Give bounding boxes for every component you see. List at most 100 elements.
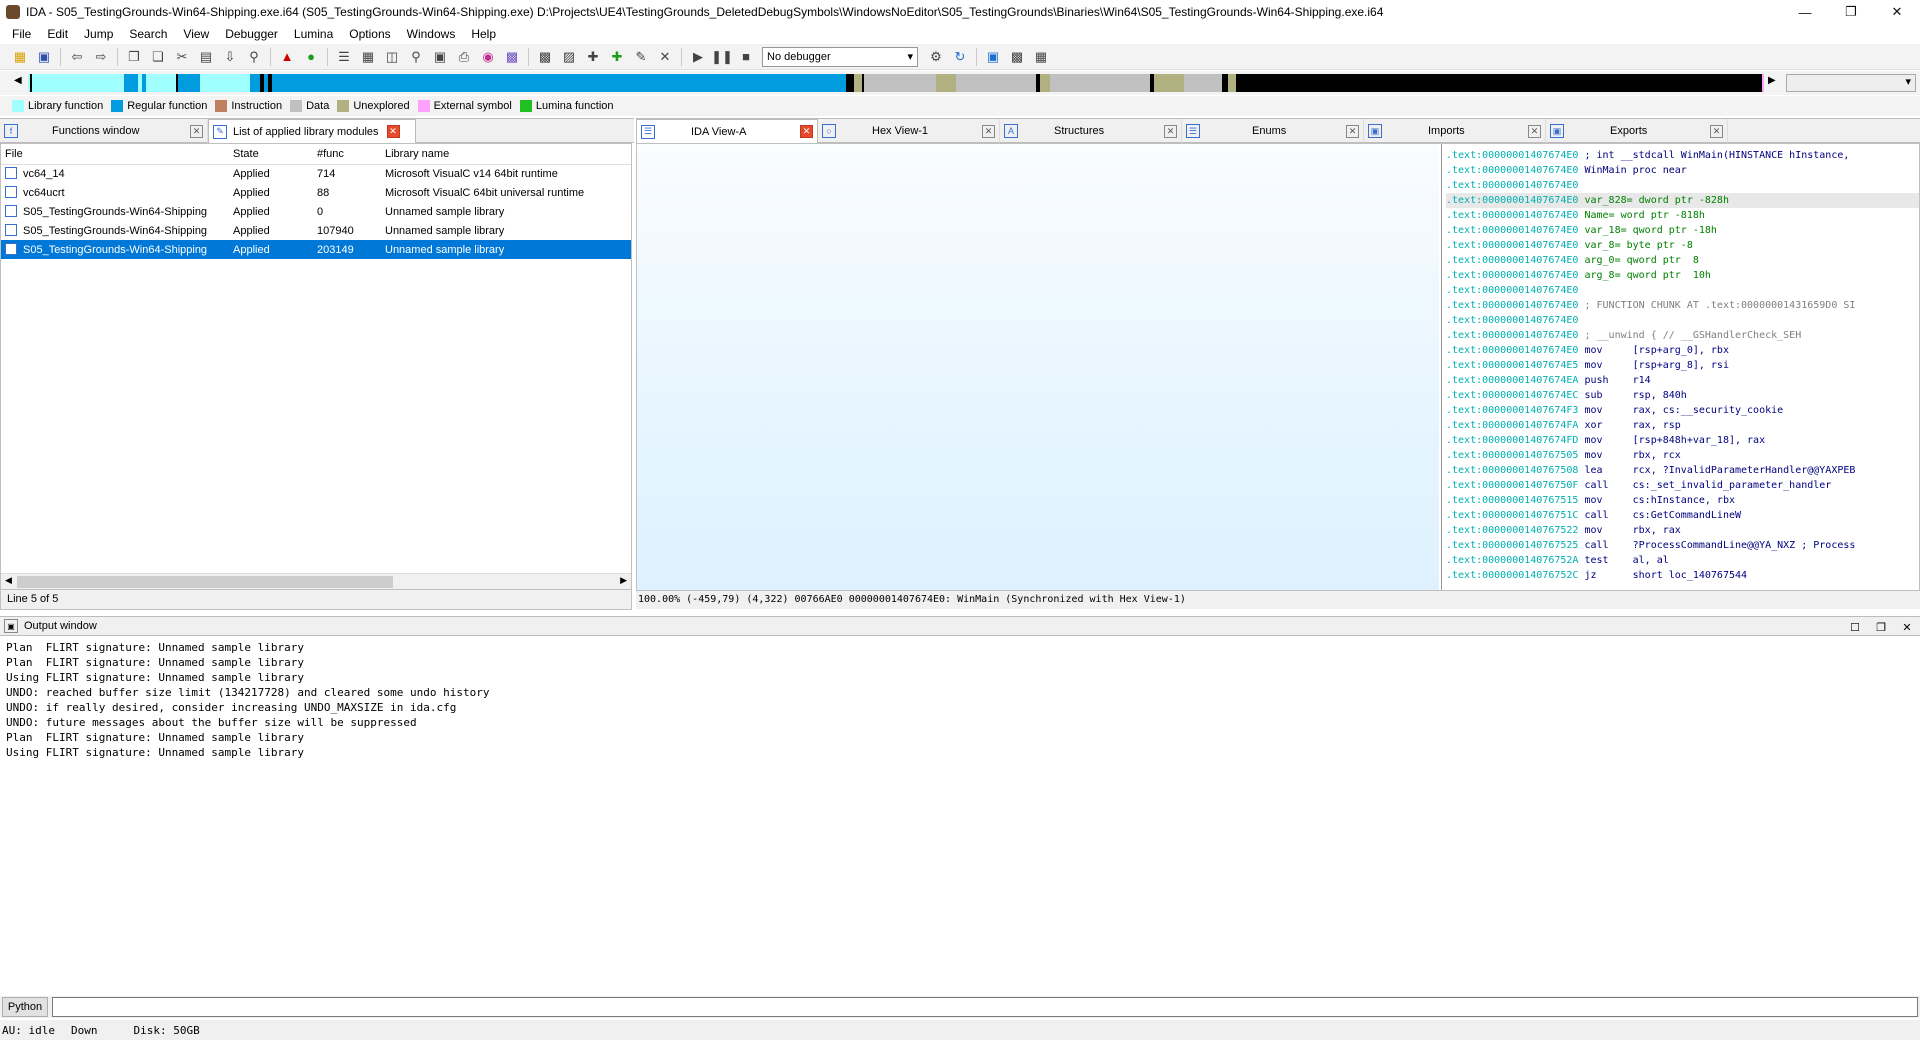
disassembly-line[interactable]: .text:00000001407674E0 Name= word ptr -8… xyxy=(1446,208,1919,223)
text-search-icon[interactable]: ▲ xyxy=(277,47,297,67)
disassembly-line[interactable]: .text:0000000140767525 call ?ProcessComm… xyxy=(1446,538,1919,553)
menu-edit[interactable]: Edit xyxy=(39,27,76,41)
bpt-add-icon[interactable]: ▩ xyxy=(1007,47,1027,67)
nav-right-arrow-icon[interactable]: ▶ xyxy=(1768,75,1776,86)
disassembly-line[interactable]: .text:00000001407674E0 ; __unwind { // _… xyxy=(1446,328,1919,343)
disassembly-line[interactable]: .text:00000001407674E0 xyxy=(1446,178,1919,193)
disassembly-line[interactable]: .text:00000001407674E5 mov [rsp+arg_8], … xyxy=(1446,358,1919,373)
disassembly-line[interactable]: .text:00000001407674E0 ; FUNCTION CHUNK … xyxy=(1446,298,1919,313)
maximize-button[interactable]: ❐ xyxy=(1828,0,1874,24)
palette-icon[interactable]: ▩ xyxy=(502,47,522,67)
disassembly-line[interactable]: .text:00000001407674E0 xyxy=(1446,283,1919,298)
disassembly-line[interactable]: .text:000000014076750F call cs:_set_inva… xyxy=(1446,478,1919,493)
copy-icon[interactable]: ❐ xyxy=(124,47,144,67)
zoom-icon[interactable]: ⚲ xyxy=(406,47,426,67)
nav-left-arrow-icon[interactable]: ◀ xyxy=(14,75,22,86)
menu-jump[interactable]: Jump xyxy=(76,27,121,41)
table-row[interactable]: S05_TestingGrounds-Win64-Shipping Applie… xyxy=(1,202,631,221)
proximity-icon[interactable]: ◫ xyxy=(382,47,402,67)
close-icon[interactable]: ✕ xyxy=(1528,124,1541,138)
menu-view[interactable]: View xyxy=(175,27,217,41)
disassembly-line[interactable]: .text:00000001407674FD mov [rsp+848h+var… xyxy=(1446,433,1919,448)
struct-green-icon[interactable]: ✚ xyxy=(607,47,627,67)
tab-functions-window[interactable]: f Functions window ✕ xyxy=(0,119,208,143)
tab-applied-library-modules[interactable]: ✎ List of applied library modules ✕ xyxy=(208,119,416,143)
table-row[interactable]: S05_TestingGrounds-Win64-Shipping Applie… xyxy=(1,221,631,240)
tab-ida-view-a[interactable]: ☰ IDA View-A ✕ xyxy=(636,119,818,143)
close-icon[interactable]: ✕ xyxy=(1164,124,1177,138)
graph-icon[interactable]: ▦ xyxy=(358,47,378,67)
output-window[interactable]: Plan FLIRT signature: Unnamed sample lib… xyxy=(0,638,1920,994)
horizontal-scrollbar[interactable]: ◀ ▶ xyxy=(1,573,631,589)
stop-debug-icon[interactable]: ■ xyxy=(736,47,756,67)
disassembly-line[interactable]: .text:00000001407674E0 var_8= byte ptr -… xyxy=(1446,238,1919,253)
breakpoint-icon[interactable]: ▣ xyxy=(983,47,1003,67)
menu-debugger[interactable]: Debugger xyxy=(217,27,286,41)
disassembly-line[interactable]: .text:00000001407674FA xor rax, rsp xyxy=(1446,418,1919,433)
start-debug-icon[interactable]: ▶ xyxy=(688,47,708,67)
cut-icon[interactable]: ✂ xyxy=(172,47,192,67)
column-header-library-name[interactable]: Library name xyxy=(381,144,631,165)
tab-imports[interactable]: ▣ Imports ✕ xyxy=(1364,119,1546,143)
struct-add-icon[interactable]: ▨ xyxy=(559,47,579,67)
save-icon[interactable]: ▣ xyxy=(34,47,54,67)
disassembly-line[interactable]: .text:00000001407674E0 mov [rsp+arg_0], … xyxy=(1446,343,1919,358)
struct-edit-icon[interactable]: ✎ xyxy=(631,47,651,67)
colors-icon[interactable]: ◉ xyxy=(478,47,498,67)
column-header-state[interactable]: State xyxy=(229,144,313,165)
scroll-left-icon[interactable]: ◀ xyxy=(5,575,12,586)
python-language-button[interactable]: Python xyxy=(2,997,48,1017)
disassembly-line[interactable]: .text:000000014076751C call cs:GetComman… xyxy=(1446,508,1919,523)
output-float-icon[interactable]: ❐ xyxy=(1868,617,1894,637)
pause-debug-icon[interactable]: ❚❚ xyxy=(711,47,733,67)
debugger-select[interactable]: No debugger ▾ xyxy=(762,46,918,67)
scroll-right-icon[interactable]: ▶ xyxy=(620,575,627,586)
menu-windows[interactable]: Windows xyxy=(399,27,464,41)
back-icon[interactable]: ⇦ xyxy=(67,47,87,67)
disassembly-listing[interactable]: .text:00000001407674E0 ; int __stdcall W… xyxy=(1441,144,1919,590)
segment-select[interactable]: ▾ xyxy=(1786,74,1916,92)
disassembly-line[interactable]: .text:00000001407674E0 var_18= qword ptr… xyxy=(1446,223,1919,238)
close-icon[interactable]: ✕ xyxy=(982,124,995,138)
attach-icon[interactable]: ↻ xyxy=(950,47,970,67)
navigation-band[interactable] xyxy=(28,74,1764,92)
print-icon[interactable]: ⎙ xyxy=(454,47,474,67)
binary-search-icon[interactable]: ⚲ xyxy=(244,47,264,67)
table-row[interactable]: vc64ucrt Applied 88 Microsoft VisualC 64… xyxy=(1,183,631,202)
disassembly-line[interactable]: .text:0000000140767515 mov cs:hInstance,… xyxy=(1446,493,1919,508)
disassembly-line[interactable]: .text:00000001407674F3 mov rax, cs:__sec… xyxy=(1446,403,1919,418)
bpt-remove-icon[interactable]: ▦ xyxy=(1031,47,1051,67)
close-icon[interactable]: ✕ xyxy=(386,125,400,138)
tab-hex-view-1[interactable]: ○ Hex View-1 ✕ xyxy=(818,119,1000,143)
forward-icon[interactable]: ⇨ xyxy=(91,47,111,67)
graph-view-canvas[interactable] xyxy=(637,144,1439,590)
table-row-selected[interactable]: S05_TestingGrounds-Win64-Shipping Applie… xyxy=(1,240,631,259)
download-icon[interactable]: ⇩ xyxy=(220,47,240,67)
menu-lumina[interactable]: Lumina xyxy=(286,27,341,41)
disassembly-line[interactable]: .text:0000000140767508 lea rcx, ?Invalid… xyxy=(1446,463,1919,478)
open-icon[interactable]: ▦ xyxy=(10,47,30,67)
disassembly-line[interactable]: .text:00000001407674E0 arg_0= qword ptr … xyxy=(1446,253,1919,268)
debug-options-icon[interactable]: ⚙ xyxy=(926,47,946,67)
close-icon[interactable]: ✕ xyxy=(190,124,203,138)
close-icon[interactable]: ✕ xyxy=(1346,124,1359,138)
disassembly-line[interactable]: .text:00000001407674E0 xyxy=(1446,313,1919,328)
menu-search[interactable]: Search xyxy=(121,27,175,41)
close-button[interactable]: ✕ xyxy=(1874,0,1920,24)
menu-file[interactable]: File xyxy=(4,27,39,41)
tab-structures[interactable]: A Structures ✕ xyxy=(1000,119,1182,143)
disassembly-line[interactable]: .text:000000014076752C jz short loc_1407… xyxy=(1446,568,1919,583)
output-maximize-icon[interactable]: ☐ xyxy=(1842,617,1868,637)
struct-icon[interactable]: ▩ xyxy=(535,47,555,67)
disassembly-line[interactable]: .text:00000001407674E0 ; int __stdcall W… xyxy=(1446,148,1919,163)
layout-icon[interactable]: ▣ xyxy=(430,47,450,67)
disassembly-line[interactable]: .text:0000000140767505 mov rbx, rcx xyxy=(1446,448,1919,463)
close-icon[interactable]: ✕ xyxy=(1710,124,1723,138)
paste-icon[interactable]: ❏ xyxy=(148,47,168,67)
menu-help[interactable]: Help xyxy=(463,27,504,41)
patch-icon[interactable]: ▤ xyxy=(196,47,216,67)
tab-exports[interactable]: ▣ Exports ✕ xyxy=(1546,119,1728,143)
disassembly-line[interactable]: .text:00000001407674EA push r14 xyxy=(1446,373,1919,388)
column-header-file[interactable]: File xyxy=(1,144,229,165)
disassembly-line[interactable]: .text:00000001407674E0 WinMain proc near xyxy=(1446,163,1919,178)
